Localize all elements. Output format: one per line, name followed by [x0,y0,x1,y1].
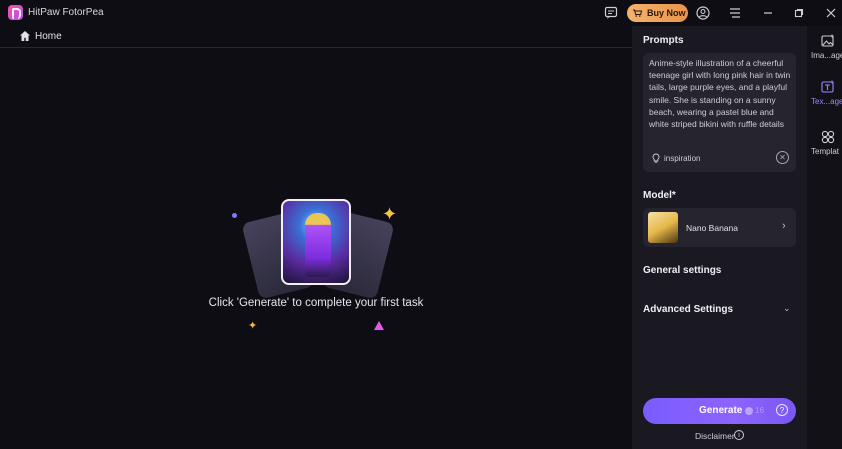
feedback-icon[interactable] [603,5,619,21]
clear-prompt-icon[interactable]: ✕ [776,151,789,164]
rail-item-image-to-image[interactable]: Ima...age [807,30,842,68]
decorative-dot [232,213,237,218]
text-to-image-icon [821,80,834,93]
settings-panel: Prompts Anime-style illustration of a ch… [632,26,807,449]
advanced-settings-toggle[interactable]: Advanced Settings [643,304,733,315]
close-icon[interactable] [822,4,840,22]
home-icon[interactable] [19,30,31,42]
chevron-down-icon[interactable]: ⌄ [783,303,791,314]
info-icon[interactable]: i [734,430,744,440]
empty-state-message: Click 'Generate' to complete your first … [208,297,424,309]
credit-icon [745,407,753,415]
image-icon [821,34,834,47]
buy-now-button[interactable]: Buy Now [627,4,688,22]
general-settings-title[interactable]: General settings [643,265,721,276]
model-selector[interactable]: Nano Banana › [643,208,796,247]
help-icon[interactable]: ? [776,404,788,416]
model-name: Nano Banana [686,223,738,233]
minimize-icon[interactable] [759,4,777,22]
rail-item-templates[interactable]: Templat [807,126,842,164]
account-icon[interactable] [695,5,711,21]
rail-item-label: Tex...age [811,97,842,106]
prompt-text[interactable]: Anime-style illustration of a cheerful t… [649,57,793,130]
buy-now-label: Buy Now [647,8,686,18]
title-bar: HitPaw FotorPea Buy Now [0,0,842,26]
rail-item-label: Templat [811,147,840,156]
app-title: HitPaw FotorPea [28,7,104,18]
sparkle-icon: ✦ [382,204,398,224]
main-canvas: ✦ ✦ Click 'Generate' to complete your fi… [0,49,632,449]
chevron-right-icon: › [782,220,786,232]
cart-icon [633,9,642,17]
prompts-title: Prompts [643,35,684,46]
menu-icon[interactable] [727,5,743,21]
sparkle-small-icon: ✦ [248,320,258,332]
model-thumbnail [648,212,678,243]
model-title: Model* [643,190,676,201]
disclaimer-link[interactable]: Disclaimer [695,431,735,441]
credit-count: 16 [755,406,764,415]
rail-item-text-to-image[interactable]: Tex...age [807,76,842,114]
tool-rail: Ima...age Tex...age Templat [807,26,842,449]
lightbulb-icon[interactable] [651,153,661,163]
app-logo-icon [8,5,23,20]
generate-button[interactable]: Generate 16 ? [643,398,796,424]
character-figure [305,213,331,277]
breadcrumb: Home [0,26,632,48]
template-icon [821,130,835,144]
triangle-decoration [374,321,384,330]
generate-label: Generate [699,405,743,416]
maximize-icon[interactable] [790,4,808,22]
image-card-front [281,199,351,285]
rail-item-label: Ima...age [811,51,842,60]
inspiration-button[interactable]: inspiration [664,154,700,163]
empty-state-illustration: ✦ ✦ [232,199,404,335]
home-link[interactable]: Home [35,31,62,42]
prompt-input[interactable]: Anime-style illustration of a cheerful t… [643,53,796,172]
